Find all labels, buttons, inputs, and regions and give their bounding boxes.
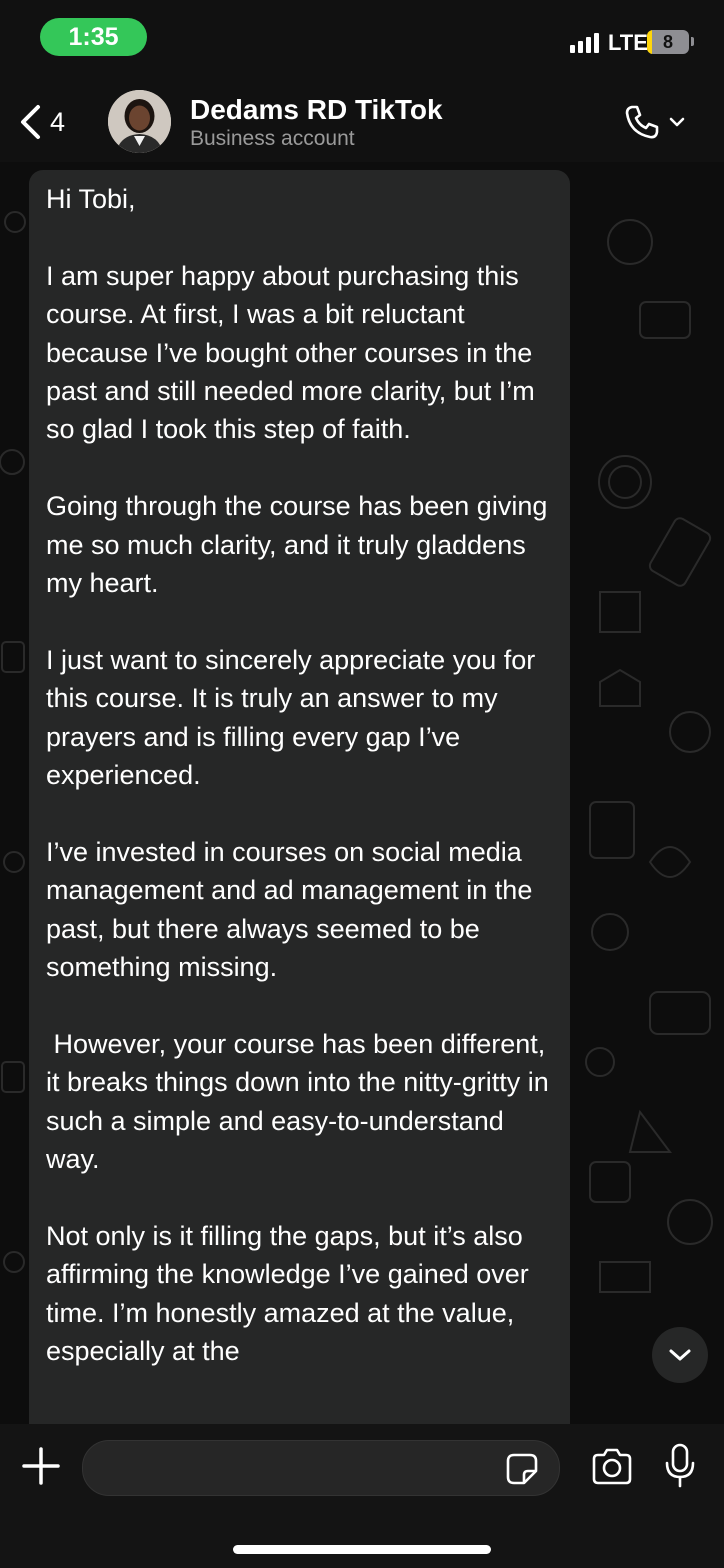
battery-icon: 8 xyxy=(647,30,689,54)
message-paragraph: I’ve invested in courses on social media… xyxy=(46,836,540,983)
avatar[interactable] xyxy=(108,90,171,153)
message-composer xyxy=(0,1424,724,1568)
message-paragraph: I am super happy about purchasing this c… xyxy=(46,260,543,445)
scroll-to-bottom-button[interactable] xyxy=(652,1327,708,1383)
chevron-down-icon xyxy=(669,117,685,127)
plus-icon[interactable] xyxy=(20,1445,62,1487)
message-paragraph: Going through the course has been giving… xyxy=(46,491,555,599)
chat-header: 4 Dedams RD TikTok Business account xyxy=(0,80,724,162)
call-button[interactable] xyxy=(622,102,688,142)
microphone-icon[interactable] xyxy=(664,1443,696,1489)
message-paragraph: Hi Tobi, xyxy=(46,184,136,214)
battery-tip xyxy=(691,37,694,46)
avatar-image xyxy=(108,90,171,153)
camera-icon[interactable] xyxy=(590,1447,634,1487)
status-bar: 1:35 LTE 8 xyxy=(0,0,724,80)
message-text: Hi Tobi, I am super happy about purchasi… xyxy=(46,180,561,1409)
contact-subtitle: Business account xyxy=(190,127,355,150)
unread-count: 4 xyxy=(50,106,66,137)
status-time[interactable]: 1:35 xyxy=(40,18,147,56)
battery-level xyxy=(647,30,652,54)
phone-icon xyxy=(625,105,659,139)
chat-area[interactable]: Hi Tobi, I am super happy about purchasi… xyxy=(0,162,724,1424)
contact-name[interactable]: Dedams RD TikTok xyxy=(190,94,443,126)
chevron-down-icon xyxy=(669,1349,691,1361)
message-paragraph: I just want to sincerely appreciate you … xyxy=(46,644,543,791)
message-bubble[interactable]: Hi Tobi, I am super happy about purchasi… xyxy=(29,170,570,1424)
message-paragraph: However, your course has been different,… xyxy=(46,1028,557,1175)
network-label: LTE xyxy=(608,30,648,55)
chevron-left-icon xyxy=(21,105,40,139)
sticker-icon[interactable] xyxy=(505,1452,539,1486)
signal-icon xyxy=(570,33,599,53)
home-indicator[interactable] xyxy=(233,1545,491,1554)
message-paragraph: Not only is it filling the gaps, but it’… xyxy=(46,1220,537,1367)
battery-percent: 8 xyxy=(662,31,673,52)
back-button[interactable]: 4 xyxy=(18,102,78,142)
message-input[interactable] xyxy=(101,1441,505,1497)
message-input-box[interactable] xyxy=(82,1440,560,1497)
